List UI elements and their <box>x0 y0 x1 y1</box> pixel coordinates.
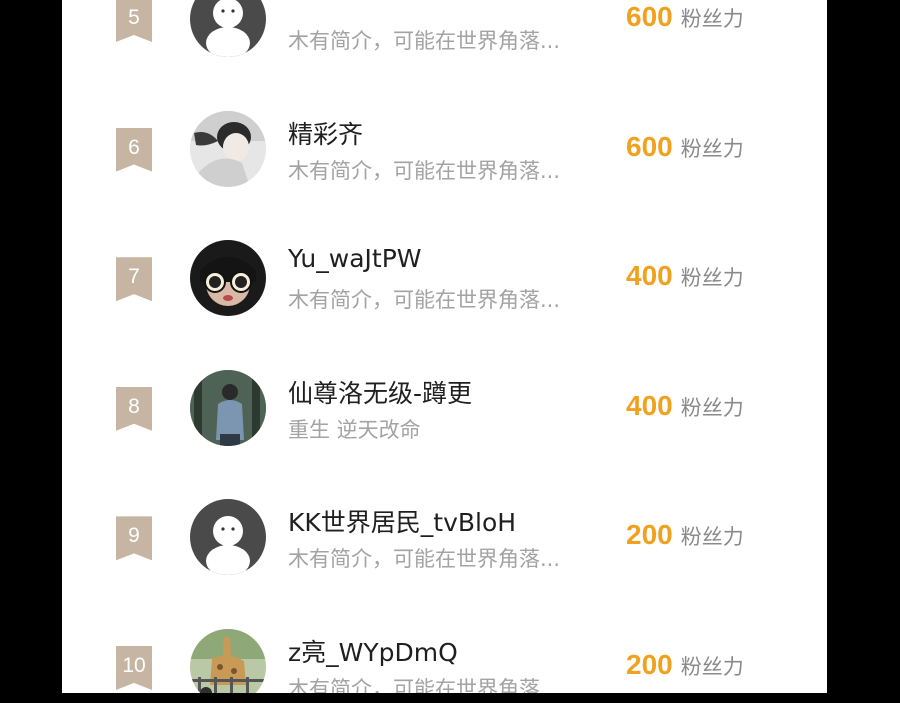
fans-ranking-list: 5 木有简介，可能在世界角落... 600 粉丝力 6 精彩齐 木有简介，可能在… <box>62 0 827 693</box>
list-item[interactable]: 9 KK世界居民_tvBloH 木有简介，可能在世界角落... 200 粉丝力 <box>62 469 827 599</box>
user-bio: 木有简介，可能在世界角落... <box>288 158 561 183</box>
rank-badge: 5 <box>116 0 152 42</box>
list-item[interactable]: 5 木有简介，可能在世界角落... 600 粉丝力 <box>62 0 827 81</box>
zoo-photo-avatar-icon[interactable] <box>190 628 266 693</box>
user-bio: 木有简介，可能在世界角落... <box>288 676 561 693</box>
user-bio: 木有简介，可能在世界角落... <box>288 547 561 572</box>
fans-unit: 粉丝力 <box>680 654 744 679</box>
fans-power: 200 粉丝力 <box>626 519 744 551</box>
fans-power: 400 粉丝力 <box>626 260 744 292</box>
list-item[interactable]: 8 仙尊洛无级-蹲更 重生 逆天改命 400 粉丝力 <box>62 340 827 470</box>
fans-unit: 粉丝力 <box>680 395 744 420</box>
fans-unit: 粉丝力 <box>680 266 744 291</box>
fans-count: 400 <box>626 260 673 292</box>
user-name: 仙尊洛无级-蹲更 <box>288 378 473 408</box>
user-bio: 木有简介，可能在世界角落... <box>288 288 561 313</box>
user-bio: 重生 逆天改命 <box>288 417 421 442</box>
fans-count: 600 <box>626 130 673 162</box>
default-ghost-avatar-icon[interactable] <box>190 499 266 576</box>
person-photo-avatar-icon[interactable] <box>190 369 266 446</box>
fans-power: 200 粉丝力 <box>626 649 744 681</box>
rank-badge: 7 <box>116 257 152 302</box>
phone-screen: 5 木有简介，可能在世界角落... 600 粉丝力 6 精彩齐 木有简介，可能在… <box>62 0 827 693</box>
fans-count: 200 <box>626 648 673 680</box>
fans-count: 200 <box>626 519 673 551</box>
fans-count: 600 <box>626 1 673 32</box>
user-photo-avatar-icon[interactable] <box>190 110 266 187</box>
rank-badge: 9 <box>116 516 152 561</box>
fans-power: 600 粉丝力 <box>626 131 744 163</box>
default-ghost-avatar-icon[interactable] <box>190 0 266 57</box>
fans-power: 600 粉丝力 <box>626 1 744 33</box>
list-item[interactable]: 6 精彩齐 木有简介，可能在世界角落... 600 粉丝力 <box>62 81 827 211</box>
sunglasses-avatar-icon[interactable] <box>190 240 266 317</box>
user-name: 精彩齐 <box>288 119 364 149</box>
user-bio: 木有简介，可能在世界角落... <box>288 29 561 53</box>
fans-count: 400 <box>626 389 673 421</box>
user-name: KK世界居民_tvBloH <box>288 508 517 538</box>
rank-badge: 10 <box>116 645 152 690</box>
fans-power: 400 粉丝力 <box>626 390 744 422</box>
rank-badge: 6 <box>116 127 152 172</box>
rank-badge: 8 <box>116 386 152 431</box>
list-item[interactable]: 10 z亮_WYpDmQ 木有简介，可能在世界角落... 200 粉丝力 <box>62 599 827 693</box>
list-item[interactable]: 7 Yu_waJtPW 木有简介，可能在世界角落... 400 粉丝力 <box>62 210 827 340</box>
user-name: Yu_waJtPW <box>288 244 422 274</box>
fans-unit: 粉丝力 <box>680 136 744 161</box>
fans-unit: 粉丝力 <box>680 7 744 31</box>
fans-unit: 粉丝力 <box>680 525 744 550</box>
user-name: z亮_WYpDmQ <box>288 637 458 667</box>
